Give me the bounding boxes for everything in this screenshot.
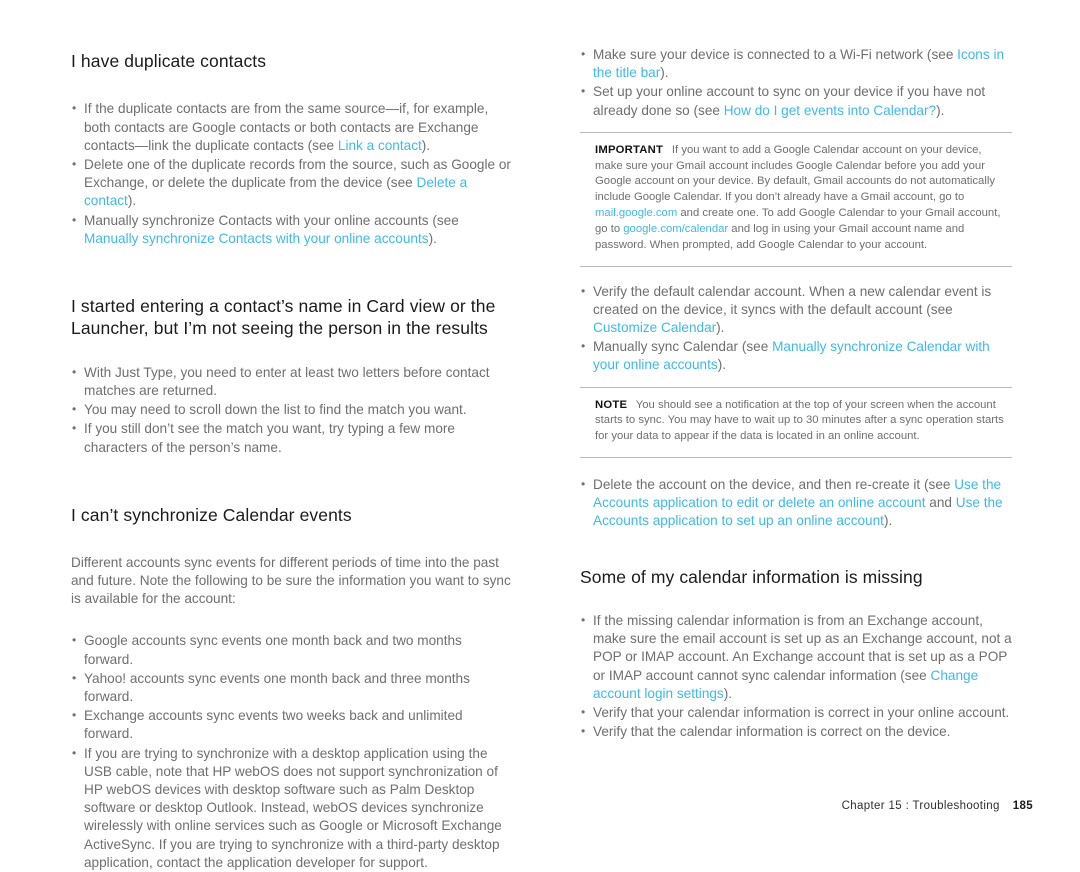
bullet-list-duplicate-contacts: If the duplicate contacts are from the s… [71,100,514,248]
cross-reference-link[interactable]: How do I get events into Calendar? [724,103,936,118]
text-run: Google accounts sync events one month ba… [84,633,462,667]
left-column: I have duplicate contacts If the duplica… [71,0,514,870]
cross-reference-link[interactable]: Manually synchronize Contacts with your … [84,231,429,246]
bullet-list-card-view-search: With Just Type, you need to enter at lea… [71,364,514,457]
callout-label: IMPORTANT [595,143,664,156]
bullet-item: You may need to scroll down the list to … [71,401,514,419]
page-footer: Chapter 15 : Troubleshooting 185 [842,800,1033,812]
text-run: Manually sync Calendar (see [593,339,773,355]
bullet-item: Verify that the calendar information is … [580,723,1012,741]
callout-label: NOTE [595,398,628,411]
bullet-item: Verify the default calendar account. Whe… [580,283,1012,338]
text-run: ). [936,102,945,118]
text-run: If you are trying to synchronize with a … [84,745,502,870]
bullet-item: Verify that your calendar information is… [580,704,1012,722]
bullet-item: If you still don’t see the match you wan… [71,420,514,456]
manual-page: I have duplicate contacts If the duplica… [0,0,1080,870]
text-run: You should see a notification at the top… [595,398,1004,443]
bullet-item: If the missing calendar information is f… [580,612,1012,703]
two-column-layout: I have duplicate contacts If the duplica… [0,0,1080,870]
bullet-item: Manually sync Calendar (see Manually syn… [580,338,1012,374]
bullet-item: If the duplicate contacts are from the s… [71,100,514,155]
text-run: Make sure your device is connected to a … [593,47,958,62]
right-column: Make sure your device is connected to a … [580,0,1012,780]
text-run: Verify that your calendar information is… [593,704,1010,720]
text-run: Verify the default calendar account. Whe… [593,283,992,317]
calendar-sync-intro-paragraph: Different accounts sync events for diffe… [71,555,511,607]
bullet-list-recreate-account: Delete the account on the device, and th… [580,476,1012,531]
bullet-item: Delete one of the duplicate records from… [71,156,514,211]
important-callout-text: IMPORTANT If you want to add a Google Ca… [580,143,1012,254]
bullet-item: Set up your online account to sync on yo… [580,83,1012,119]
text-run: ). [660,65,669,81]
bullet-item: With Just Type, you need to enter at lea… [71,364,514,400]
cross-reference-link[interactable]: google.com/calendar [623,223,728,235]
note-callout: NOTE You should see a notification at th… [580,386,1012,458]
text-run: ). [428,230,437,246]
section-heading-duplicate-contacts: I have duplicate contacts [71,51,267,71]
bullet-item: Exchange accounts sync events two weeks … [71,707,514,743]
section-heading-card-view-search: I started entering a contact’s name in C… [71,296,496,339]
text-run: ). [421,137,431,153]
bullet-item: If you are trying to synchronize with a … [71,745,514,872]
bullet-item: Make sure your device is connected to a … [580,46,1012,82]
bullet-list-calendar-default-account: Verify the default calendar account. Whe… [580,283,1012,375]
footer-page-number: 185 [1012,800,1033,812]
text-run: Delete the account on the device, and th… [593,476,955,492]
bullet-item: Google accounts sync events one month ba… [71,632,514,668]
text-run: You may need to scroll down the list to … [84,402,467,418]
text-run: and [925,495,956,511]
bullet-item: Manually synchronize Contacts with your … [71,212,514,248]
text-run: If you still don’t see the match you wan… [84,421,455,455]
bullet-item: Yahoo! accounts sync events one month ba… [71,670,514,706]
cross-reference-link[interactable]: mail.google.com [595,207,677,219]
text-run: ). [717,357,726,373]
important-callout: IMPORTANT If you want to add a Google Ca… [580,131,1012,267]
bullet-item: Delete the account on the device, and th… [580,476,1012,531]
cross-reference-link[interactable]: Customize Calendar [593,320,716,335]
bullet-list-calendar-sync-continued: Make sure your device is connected to a … [580,46,1012,120]
text-run: Yahoo! accounts sync events one month ba… [84,670,470,705]
text-run: Manually synchronize Contacts with your … [84,212,459,228]
note-callout-text: NOTE You should see a notification at th… [580,398,1012,445]
bullet-list-missing-calendar-info: If the missing calendar information is f… [580,612,1012,741]
footer-chapter-label: Chapter 15 : Troubleshooting [841,800,1000,812]
cross-reference-link[interactable]: Link a contact [338,138,422,153]
text-run: ). [883,513,893,529]
text-run: ). [716,319,725,335]
section-heading-calendar-sync: I can’t synchronize Calendar events [71,504,352,525]
bullet-list-calendar-sync: Google accounts sync events one month ba… [71,632,514,872]
text-run: With Just Type, you need to enter at lea… [84,364,490,398]
text-run: ). [723,685,733,701]
section-heading-missing-calendar-info: Some of my calendar information is missi… [580,566,923,587]
text-run: ). [127,193,137,209]
text-run: Exchange accounts sync events two weeks … [84,708,463,742]
text-run: Verify that the calendar information is … [593,724,951,740]
